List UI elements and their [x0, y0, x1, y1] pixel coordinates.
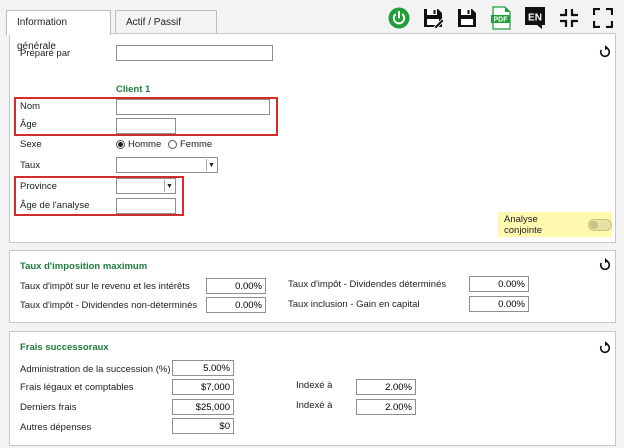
- collapse-icon[interactable]: [556, 5, 582, 31]
- capital-gain-label: Taux inclusion - Gain en capital: [288, 299, 420, 310]
- radio-selected: [116, 140, 125, 149]
- language-label: EN: [528, 13, 542, 24]
- analysis-age-input[interactable]: [116, 198, 176, 214]
- estate-section-title: Frais successoraux: [20, 342, 109, 353]
- indexed-label-1: Indexé à: [296, 380, 333, 391]
- final-fees-input[interactable]: [172, 399, 234, 415]
- legal-fees-label: Frais légaux et comptables: [20, 382, 134, 393]
- joint-analysis-toggle[interactable]: [588, 218, 612, 231]
- nondet-dividend-input[interactable]: [206, 297, 266, 313]
- reset-icon[interactable]: [598, 45, 612, 59]
- expand-icon[interactable]: [590, 5, 616, 31]
- final-fees-label: Derniers frais: [20, 402, 77, 413]
- pdf-label: PDF: [494, 17, 509, 24]
- age-label: Âge: [20, 119, 37, 130]
- reset-icon[interactable]: [598, 258, 612, 272]
- legal-fees-input[interactable]: [172, 379, 234, 395]
- joint-analysis-label: Analyse conjointe: [504, 213, 543, 236]
- radio-unselected: [168, 140, 177, 149]
- client-heading: Client 1: [116, 84, 151, 95]
- tax-section-title: Taux d'imposition maximum: [20, 261, 148, 272]
- tab-actif-passif[interactable]: Actif / Passif: [115, 10, 217, 34]
- estate-fees-panel: Frais successoraux Administration de la …: [9, 331, 616, 446]
- save-icon[interactable]: [454, 5, 480, 31]
- tab-information-generale[interactable]: Information générale: [6, 10, 111, 52]
- chevron-down-icon: ▼: [164, 180, 174, 192]
- name-label: Nom: [20, 101, 41, 112]
- general-info-panel: Préparé par Client 1 Nom Âge Sexe Homme …: [9, 33, 616, 243]
- analysis-age-label: Âge de l'analyse: [20, 200, 90, 211]
- indexed-label-2: Indexé à: [296, 400, 333, 411]
- pdf-icon[interactable]: PDF: [488, 5, 514, 31]
- province-label: Province: [20, 181, 57, 192]
- language-icon[interactable]: EN: [522, 5, 548, 31]
- det-dividend-input[interactable]: [469, 276, 529, 292]
- power-icon[interactable]: [386, 5, 412, 31]
- admin-input[interactable]: [172, 360, 234, 376]
- sex-option-femme: Femme: [180, 139, 213, 150]
- sex-option-homme: Homme: [128, 139, 162, 150]
- sex-label: Sexe: [20, 139, 42, 150]
- name-input[interactable]: [116, 99, 270, 115]
- nondet-dividend-label: Taux d'impôt - Dividendes non-déterminés: [20, 300, 198, 311]
- indexed-input-1[interactable]: [356, 379, 416, 395]
- joint-analysis-control: Analyse conjointe: [498, 212, 612, 237]
- province-select[interactable]: ▼: [116, 178, 176, 194]
- toolbar: PDF EN: [386, 5, 616, 31]
- save-edit-icon[interactable]: [420, 5, 446, 31]
- sex-radio-femme[interactable]: Femme: [168, 139, 212, 150]
- sex-radio-homme[interactable]: Homme: [116, 139, 161, 150]
- other-expenses-input[interactable]: [172, 418, 234, 434]
- rate-select[interactable]: ▼: [116, 157, 218, 173]
- tax-rates-panel: Taux d'imposition maximum Taux d'impôt s…: [9, 250, 616, 323]
- capital-gain-input[interactable]: [469, 296, 529, 312]
- indexed-input-2[interactable]: [356, 399, 416, 415]
- income-tax-label: Taux d'impôt sur le revenu et les intérê…: [20, 281, 190, 292]
- reset-icon[interactable]: [598, 341, 612, 355]
- tab-bar: Information générale Actif / Passif: [6, 10, 221, 52]
- admin-label: Administration de la succession (%): [20, 364, 171, 375]
- det-dividend-label: Taux d'impôt - Dividendes déterminés: [288, 279, 447, 290]
- prepared-by-input[interactable]: [116, 45, 273, 61]
- age-input[interactable]: [116, 118, 176, 134]
- rate-label: Taux: [20, 160, 41, 171]
- income-tax-input[interactable]: [206, 278, 266, 294]
- other-expenses-label: Autres dépenses: [20, 422, 92, 433]
- chevron-down-icon: ▼: [206, 159, 216, 171]
